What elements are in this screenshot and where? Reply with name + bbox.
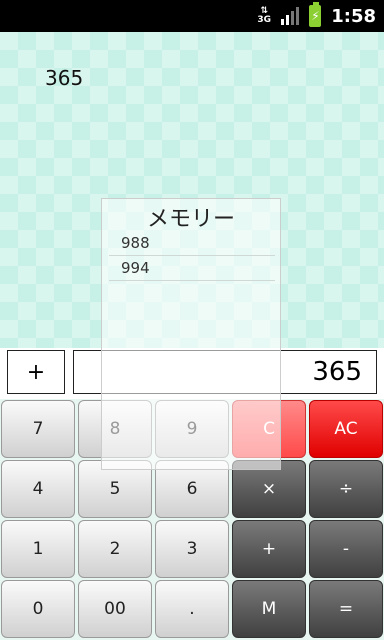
divide-button[interactable]: ÷	[309, 460, 383, 518]
all-clear-button[interactable]: AC	[309, 400, 383, 458]
key-3[interactable]: 3	[155, 520, 229, 578]
operator-indicator: +	[7, 350, 65, 394]
plus-button[interactable]: +	[232, 520, 306, 578]
key-2[interactable]: 2	[78, 520, 152, 578]
signal-icon	[281, 7, 300, 25]
equals-button[interactable]: =	[309, 580, 383, 638]
memory-item[interactable]: 988	[109, 231, 275, 256]
key-4[interactable]: 4	[1, 460, 75, 518]
status-bar: ⇅ 3G ⚡ 1:58	[0, 0, 384, 32]
data-arrows-icon: ⇅ 3G	[257, 6, 272, 25]
memory-list: 988 994	[109, 231, 275, 281]
key-00[interactable]: 00	[78, 580, 152, 638]
minus-button[interactable]: -	[309, 520, 383, 578]
key-1[interactable]: 1	[1, 520, 75, 578]
status-icons: ⇅ 3G ⚡ 1:58	[257, 0, 376, 32]
battery-charging-icon: ⚡	[309, 2, 322, 27]
key-7[interactable]: 7	[1, 400, 75, 458]
memory-title: メモリー	[146, 207, 235, 232]
clock: 1:58	[331, 5, 376, 27]
display-value: 365	[45, 66, 84, 90]
memory-item[interactable]: 994	[109, 256, 275, 281]
memory-button[interactable]: M	[232, 580, 306, 638]
key-0[interactable]: 0	[1, 580, 75, 638]
memory-panel: メモリー 988 994	[101, 198, 281, 470]
decimal-button[interactable]: .	[155, 580, 229, 638]
network-type-label: 3G	[257, 15, 272, 25]
